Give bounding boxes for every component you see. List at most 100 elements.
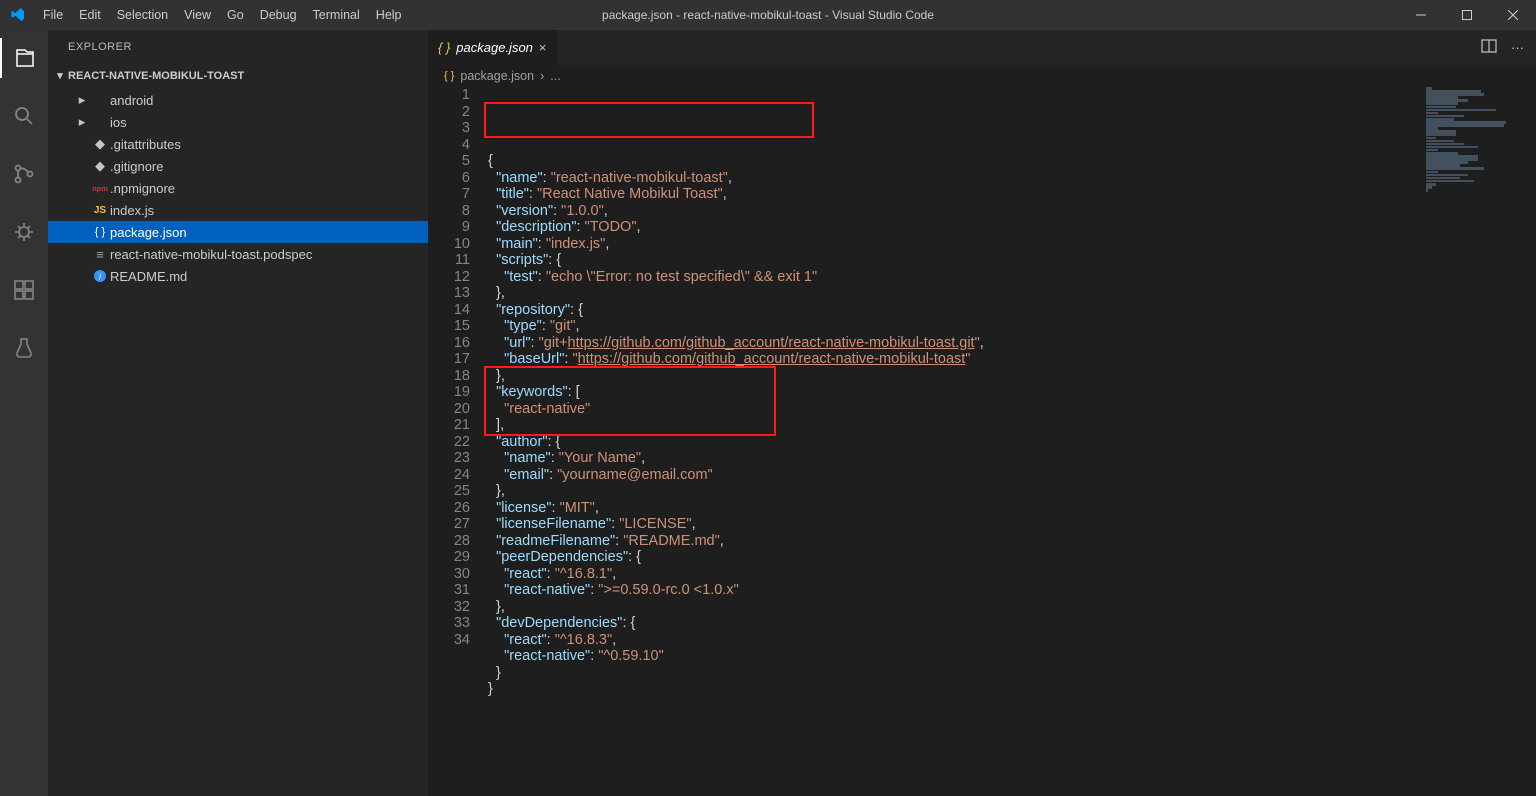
code-line[interactable]: "keywords": [ xyxy=(488,384,1416,401)
tree-item--npmignore[interactable]: npm.npmignore xyxy=(48,177,428,199)
tree-item-react-native-mobikul-toast-podspec[interactable]: ≡react-native-mobikul-toast.podspec xyxy=(48,243,428,265)
breadcrumb-rest: ... xyxy=(550,69,560,83)
tree-item-label: README.md xyxy=(110,269,187,284)
menu-edit[interactable]: Edit xyxy=(71,0,109,30)
code-line[interactable]: }, xyxy=(488,285,1416,302)
code-line[interactable]: "type": "git", xyxy=(488,318,1416,335)
code-line[interactable]: } xyxy=(488,665,1416,682)
file-icon: ≡ xyxy=(90,247,110,262)
tree-item-label: index.js xyxy=(110,203,154,218)
tree-item-label: .gitattributes xyxy=(110,137,181,152)
menu-debug[interactable]: Debug xyxy=(252,0,305,30)
git-icon: ◆ xyxy=(90,158,110,174)
menu-terminal[interactable]: Terminal xyxy=(305,0,368,30)
code-line[interactable]: "title": "React Native Mobikul Toast", xyxy=(488,186,1416,203)
tree-item-label: android xyxy=(110,93,153,108)
code-line[interactable]: "description": "TODO", xyxy=(488,219,1416,236)
code-line[interactable]: "license": "MIT", xyxy=(488,500,1416,517)
chevron-down-icon: ▾ xyxy=(52,65,68,87)
code-line[interactable]: "scripts": { xyxy=(488,252,1416,269)
chevron-right-icon: › xyxy=(540,69,544,83)
sidebar-section-label: REACT-NATIVE-MOBIKUL-TOAST xyxy=(68,65,244,87)
code-line[interactable]: }, xyxy=(488,368,1416,385)
code-line[interactable]: "react": "^16.8.3", xyxy=(488,632,1416,649)
code-line[interactable]: "baseUrl": "https://github.com/github_ac… xyxy=(488,351,1416,368)
code-line[interactable]: }, xyxy=(488,483,1416,500)
tree-item-label: .gitignore xyxy=(110,159,163,174)
vscode-logo-icon xyxy=(0,7,35,23)
code-line[interactable]: "main": "index.js", xyxy=(488,236,1416,253)
menu-view[interactable]: View xyxy=(176,0,219,30)
info-icon: i xyxy=(90,269,110,283)
debug-icon[interactable] xyxy=(0,212,48,252)
split-editor-icon[interactable] xyxy=(1481,38,1497,57)
breadcrumbs[interactable]: { } package.json › ... xyxy=(428,65,1536,87)
title-bar: FileEditSelectionViewGoDebugTerminalHelp… xyxy=(0,0,1536,30)
search-icon[interactable] xyxy=(0,96,48,136)
chevron-right-icon: ▸ xyxy=(74,114,90,130)
code-line[interactable]: "react-native": ">=0.59.0-rc.0 <1.0.x" xyxy=(488,582,1416,599)
json-icon: { } xyxy=(444,70,454,82)
menu-help[interactable]: Help xyxy=(368,0,410,30)
chevron-right-icon: ▸ xyxy=(74,92,90,108)
code-line[interactable]: "email": "yourname@email.com" xyxy=(488,467,1416,484)
code-line[interactable]: "devDependencies": { xyxy=(488,615,1416,632)
more-icon[interactable]: ··· xyxy=(1511,40,1524,55)
npm-icon: npm xyxy=(90,184,110,193)
editor-tabs: { } package.json × ··· xyxy=(428,30,1536,65)
tree-item-label: ios xyxy=(110,115,127,130)
explorer-sidebar: EXPLORER ▾ REACT-NATIVE-MOBIKUL-TOAST ▸ a… xyxy=(48,30,428,796)
code-line[interactable]: "licenseFilename": "LICENSE", xyxy=(488,516,1416,533)
close-button[interactable] xyxy=(1490,0,1536,30)
sidebar-section-header[interactable]: ▾ REACT-NATIVE-MOBIKUL-TOAST xyxy=(48,65,428,87)
tree-item-label: package.json xyxy=(110,225,187,240)
code-line[interactable]: "react-native": "^0.59.10" xyxy=(488,648,1416,665)
tree-item-label: react-native-mobikul-toast.podspec xyxy=(110,247,312,262)
code-editor[interactable]: 1234567891011121314151617181920212223242… xyxy=(428,87,1536,796)
code-content[interactable]: { "name": "react-native-mobikul-toast", … xyxy=(488,87,1416,796)
tree-item-package-json[interactable]: { }package.json xyxy=(48,221,428,243)
file-tree: ▸android▸ios◆.gitattributes◆.gitignorenp… xyxy=(48,87,428,287)
code-line[interactable]: "react-native" xyxy=(488,401,1416,418)
code-line[interactable]: ], xyxy=(488,417,1416,434)
test-icon[interactable] xyxy=(0,328,48,368)
json-icon: { } xyxy=(438,40,450,55)
code-line[interactable]: "peerDependencies": { xyxy=(488,549,1416,566)
tree-item-android[interactable]: ▸ android xyxy=(48,89,428,111)
line-numbers: 1234567891011121314151617181920212223242… xyxy=(428,87,488,796)
code-line[interactable]: "name": "react-native-mobikul-toast", xyxy=(488,170,1416,187)
tree-item--gitignore[interactable]: ◆.gitignore xyxy=(48,155,428,177)
code-line[interactable] xyxy=(488,698,1416,715)
close-icon[interactable]: × xyxy=(539,40,547,55)
minimize-button[interactable] xyxy=(1398,0,1444,30)
code-line[interactable]: "name": "Your Name", xyxy=(488,450,1416,467)
source-control-icon[interactable] xyxy=(0,154,48,194)
tree-item-readme-md[interactable]: iREADME.md xyxy=(48,265,428,287)
menu-bar: FileEditSelectionViewGoDebugTerminalHelp xyxy=(35,0,410,30)
code-line[interactable]: "test": "echo \"Error: no test specified… xyxy=(488,269,1416,286)
code-line[interactable]: "repository": { xyxy=(488,302,1416,319)
code-line[interactable]: "author": { xyxy=(488,434,1416,451)
code-line[interactable]: "readmeFilename": "README.md", xyxy=(488,533,1416,550)
menu-go[interactable]: Go xyxy=(219,0,252,30)
code-line[interactable]: } xyxy=(488,681,1416,698)
editor-area: { } package.json × ··· { } package.json … xyxy=(428,30,1536,796)
maximize-button[interactable] xyxy=(1444,0,1490,30)
code-line[interactable]: "version": "1.0.0", xyxy=(488,203,1416,220)
code-line[interactable]: "react": "^16.8.1", xyxy=(488,566,1416,583)
extensions-icon[interactable] xyxy=(0,270,48,310)
code-line[interactable]: "url": "git+https://github.com/github_ac… xyxy=(488,335,1416,352)
menu-file[interactable]: File xyxy=(35,0,71,30)
code-line[interactable]: { xyxy=(488,153,1416,170)
tree-item-label: .npmignore xyxy=(110,181,175,196)
tree-item--gitattributes[interactable]: ◆.gitattributes xyxy=(48,133,428,155)
sidebar-title: EXPLORER xyxy=(48,30,428,65)
menu-selection[interactable]: Selection xyxy=(109,0,176,30)
tab-package-json[interactable]: { } package.json × xyxy=(428,30,558,65)
explorer-icon[interactable] xyxy=(0,38,48,78)
tab-label: package.json xyxy=(456,40,533,55)
code-line[interactable]: }, xyxy=(488,599,1416,616)
highlight-box-name-title xyxy=(484,102,814,138)
tree-item-ios[interactable]: ▸ ios xyxy=(48,111,428,133)
tree-item-index-js[interactable]: JSindex.js xyxy=(48,199,428,221)
